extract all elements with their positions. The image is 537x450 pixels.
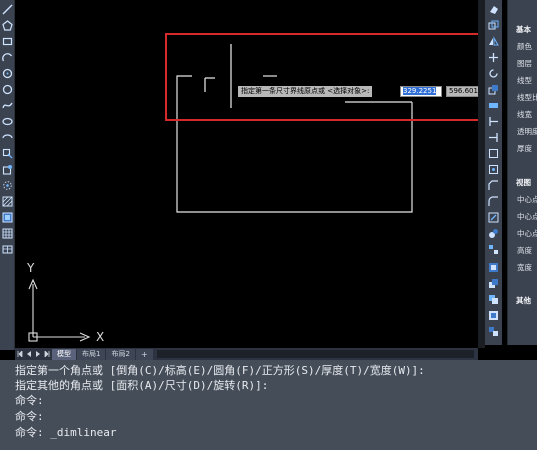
layout-tab-bar: 模型 布局1 布局2 + [15,348,478,360]
last-tab-icon[interactable] [43,349,51,359]
rotate-icon[interactable] [488,68,499,79]
vertical-scrollbar[interactable] [478,0,485,348]
gradient-icon[interactable] [2,212,13,223]
tab-model[interactable]: 模型 [52,348,76,360]
insert-block-icon[interactable] [2,148,13,159]
arc-icon[interactable] [2,52,13,63]
command-history-line: 命令: [15,394,44,407]
trim-icon[interactable] [488,116,499,127]
circle-icon[interactable] [2,84,13,95]
group-icon[interactable] [488,310,499,321]
polygon-icon[interactable] [2,20,13,31]
command-history-line: 命令: [15,410,44,423]
spline-icon[interactable] [2,100,13,111]
prop-row[interactable]: 透明度 [517,126,537,137]
explode-icon[interactable] [488,212,499,223]
next-tab-icon[interactable] [34,349,42,359]
highlight-box [165,33,485,121]
prop-row[interactable]: 中心点 [517,211,537,222]
section-other-title: 其他 [516,296,531,305]
prop-row[interactable]: 厚度 [517,143,532,154]
hatch-icon[interactable] [2,196,13,207]
match-icon[interactable] [488,294,499,305]
erase-icon[interactable] [488,4,499,15]
tab-layout1[interactable]: 布局1 [77,348,106,360]
line-icon[interactable] [2,4,13,15]
offset-icon[interactable] [488,228,499,239]
stretch-icon[interactable] [488,100,499,111]
first-tab-icon[interactable] [16,349,24,359]
ucs-x-label: X [96,330,105,344]
scale-icon[interactable] [488,84,499,95]
circle-icon[interactable] [2,68,13,79]
prop-row[interactable]: 图层 [517,58,532,69]
prop-row[interactable]: 宽度 [517,262,532,273]
ucs-icon [28,278,91,342]
mirror-icon[interactable] [488,36,499,47]
rectangle-icon[interactable] [2,36,13,47]
section-view-title: 视图 [516,178,531,187]
join-icon[interactable] [488,164,499,175]
ungroup-icon[interactable] [488,326,499,337]
horizontal-scrollbar[interactable] [156,350,474,358]
dynamic-input-x-value: 329.2251 [403,87,437,95]
break-icon[interactable] [488,148,499,159]
command-history-line: 指定第一个角点或 [倒角(C)/标高(E)/圆角(F)/正方形(S)/厚度(T)… [15,364,425,377]
tab-layout2[interactable]: 布局2 [106,348,135,360]
prop-row[interactable]: 中心点 [517,228,537,239]
properties-panel: 基本 颜色 图层 线型 线型比 线宽 透明度 厚度 视图 中心点 中心点 中心点… [507,0,537,345]
prop-row[interactable]: 颜色 [517,41,532,52]
ellipse-arc-icon[interactable] [2,132,13,143]
prop-row[interactable]: 线型比 [517,92,537,103]
layer-icon[interactable] [488,278,499,289]
point-icon[interactable] [2,180,13,191]
make-block-icon[interactable] [2,164,13,175]
add-layout-button[interactable]: + [135,348,153,360]
draw-toolbar [0,0,15,350]
prop-row[interactable]: 中心点 [517,194,537,205]
move-icon[interactable] [488,52,499,63]
section-basic-title: 基本 [516,25,531,34]
extend-icon[interactable] [488,132,499,143]
command-history-line: 指定其他的角点或 [面积(A)/尺寸(D)/旋转(R)]: [15,379,269,392]
prev-tab-icon[interactable] [25,349,33,359]
prop-row[interactable]: 线宽 [517,109,532,120]
fillet-icon[interactable] [488,196,499,207]
dynamic-input-x-field[interactable]: 329.2251 [400,86,442,97]
ucs-y-label: Y [27,261,35,275]
properties-icon[interactable] [488,262,499,273]
region-icon[interactable] [2,228,13,239]
chamfer-icon[interactable] [488,180,499,191]
dynamic-input-prompt: 指定第一条尺寸界线原点或 <选择对象>: [238,86,373,97]
copy-icon[interactable] [488,20,499,31]
array-icon[interactable] [488,244,499,255]
prop-row[interactable]: 线型 [517,75,532,86]
command-window[interactable]: 指定第一个角点或 [倒角(C)/标高(E)/圆角(F)/正方形(S)/厚度(T)… [0,360,537,450]
command-current-line: 命令: _dimlinear [15,426,117,439]
modify-toolbar [485,0,502,345]
ellipse-icon[interactable] [2,116,13,127]
table-icon[interactable] [2,244,13,255]
prop-row[interactable]: 高度 [517,245,532,256]
